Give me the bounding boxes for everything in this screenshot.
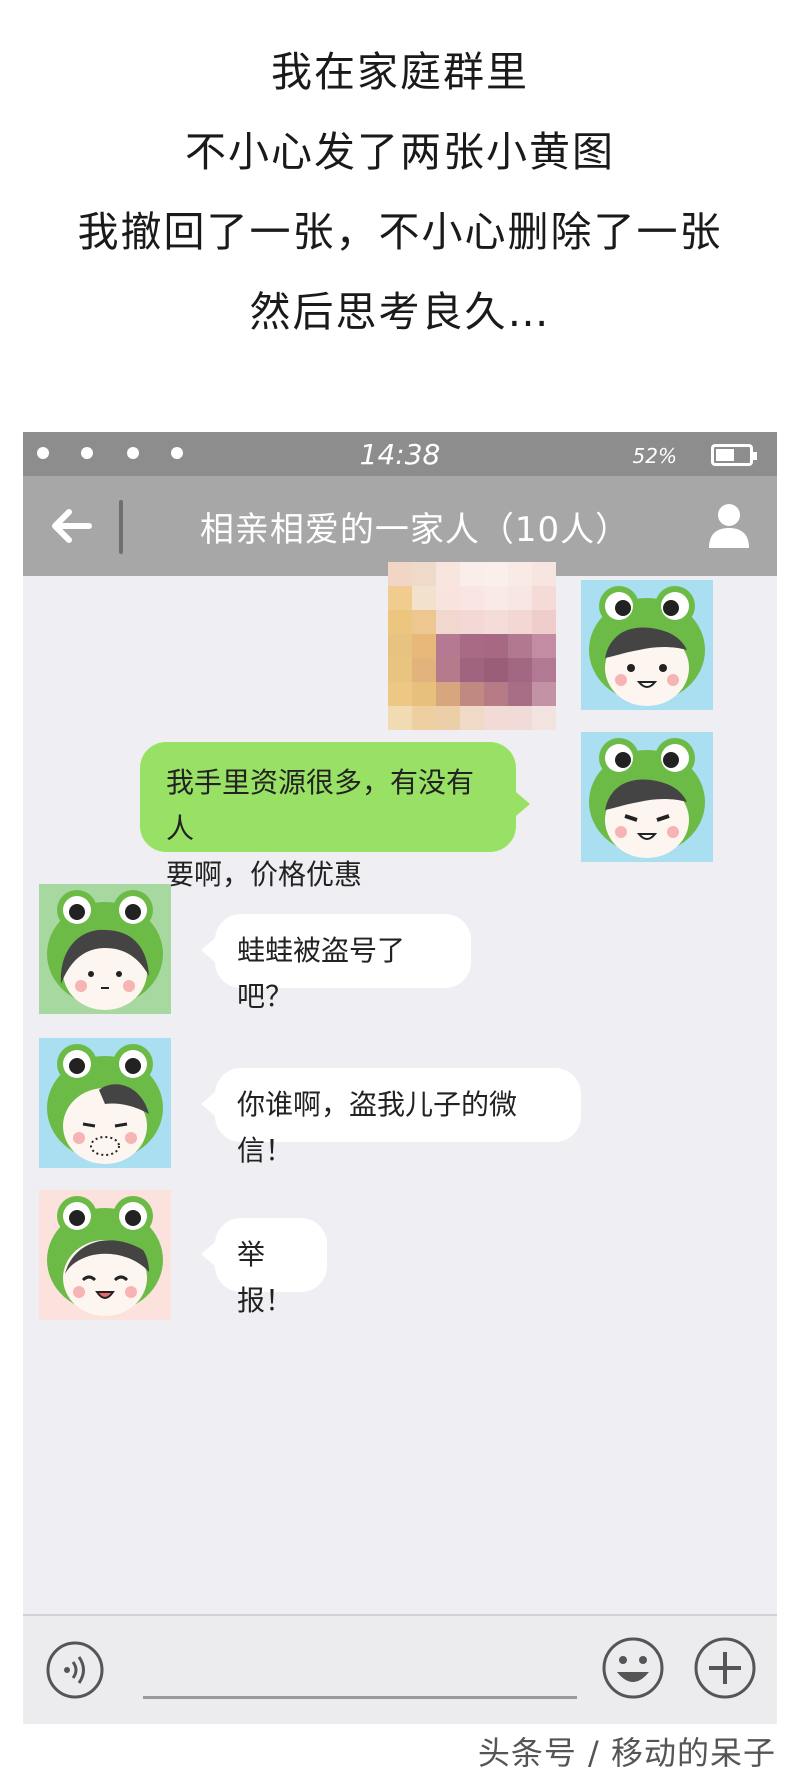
avatar-frog-boy[interactable] [581,580,713,710]
person-icon[interactable] [707,502,751,548]
sent-image-pixelated[interactable] [388,562,556,730]
status-bar: 14:38 52% [23,432,777,476]
avatar-frog-boy[interactable] [581,732,713,862]
bubble-tail [201,1092,215,1116]
message-line: 要啊，价格优惠 [166,858,363,891]
caption-line-1: 我在家庭群里 [271,48,529,96]
bubble-tail [516,792,530,816]
received-message-bubble[interactable]: 蛙蛙被盗号了吧？ [215,914,471,1013]
input-bar [23,1614,777,1724]
received-message-bubble[interactable]: 举报！ [215,1218,327,1317]
sent-message-bubble[interactable]: 我手里资源很多，有没有人 要啊，价格优惠 [140,742,516,891]
avatar-frog-mom[interactable] [39,1190,171,1320]
message-text: 举报！ [237,1238,294,1317]
header-divider [119,500,123,554]
battery-percent: 52% [632,444,677,468]
message-input[interactable] [143,1696,577,1699]
watermark: 头条号 / 移动的呆子 [477,1734,776,1772]
voice-icon[interactable] [45,1640,105,1700]
caption: 我在家庭群里 不小心发了两张小黄图 我撤回了一张，不小心删除了一张 然后思考良久… [0,32,800,352]
received-message-bubble[interactable]: 你谁啊，盗我儿子的微信！ [215,1068,581,1167]
chat-header: 相亲相爱的一家人（10人） [23,476,777,576]
caption-line-2: 不小心发了两张小黄图 [185,128,615,176]
phone-screen: 14:38 52% 相亲相爱的一家人（10人） 我手里资源很多，有没有人 要啊，… [23,432,777,1724]
bubble-tail [201,1242,215,1266]
message-text: 你谁啊，盗我儿子的微信！ [237,1088,518,1167]
caption-line-3: 我撤回了一张，不小心删除了一张 [77,208,723,256]
arrow-left-icon[interactable] [49,504,93,548]
bubble-tail [201,938,215,962]
avatar-frog-girl[interactable] [39,884,171,1014]
battery-icon [711,444,757,466]
emoji-icon[interactable] [601,1636,665,1700]
message-line: 我手里资源很多，有没有人 [166,766,475,845]
plus-icon[interactable] [693,1636,757,1700]
message-text: 蛙蛙被盗号了吧？ [237,934,406,1013]
chat-title: 相亲相爱的一家人（10人） [199,510,631,550]
avatar-frog-dad[interactable] [39,1038,171,1168]
caption-line-4: 然后思考良久… [249,288,551,336]
